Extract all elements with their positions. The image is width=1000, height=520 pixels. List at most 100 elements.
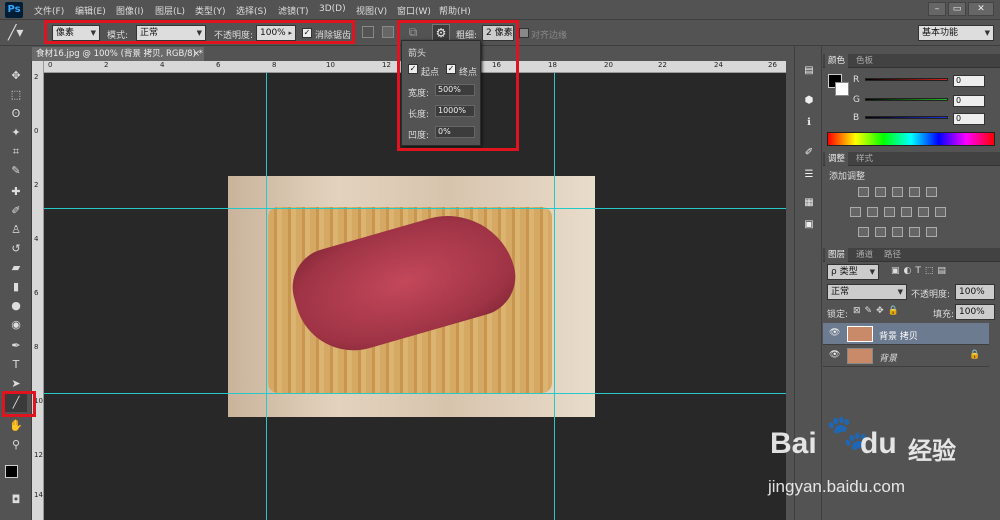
- gradient-map-adjust-icon[interactable]: [926, 227, 937, 237]
- mode-select-dropdown[interactable]: 像素 ▼: [52, 25, 100, 41]
- vertical-ruler[interactable]: 2 0 2 4 6 8 10 12 14: [32, 61, 44, 520]
- path-alignment-icon[interactable]: [382, 26, 394, 38]
- posterize-adjust-icon[interactable]: [875, 227, 886, 237]
- path-operations-icon[interactable]: [362, 26, 374, 38]
- length-input[interactable]: 1000%: [435, 105, 475, 117]
- character-panel-icon[interactable]: ▦: [801, 196, 817, 210]
- marquee-tool-icon[interactable]: ⬚: [5, 86, 27, 104]
- layer-name[interactable]: 背景: [879, 351, 897, 364]
- stamp-tool-icon[interactable]: ♙: [5, 221, 27, 239]
- layer-name[interactable]: 背景 拷贝: [879, 329, 918, 342]
- channel-b-input[interactable]: 0: [953, 113, 985, 125]
- workspace-dropdown[interactable]: 基本功能 ▼: [918, 25, 994, 41]
- minimize-button[interactable]: –: [928, 2, 946, 16]
- blend-mode-dropdown[interactable]: 正常 ▼: [136, 25, 206, 41]
- eyedropper-tool-icon[interactable]: ✎: [5, 162, 27, 180]
- info-panel-icon[interactable]: ℹ: [801, 116, 817, 130]
- tab-color[interactable]: 颜色: [825, 54, 849, 68]
- history-brush-tool-icon[interactable]: ↺: [5, 240, 27, 258]
- menu-window[interactable]: 窗口(W): [397, 4, 431, 17]
- hue-saturation-adjust-icon[interactable]: [850, 207, 861, 217]
- lock-icons[interactable]: ⊠✎✥🔒: [853, 306, 913, 318]
- photo-filter-adjust-icon[interactable]: [901, 207, 912, 217]
- background-color-swatch[interactable]: [835, 82, 849, 96]
- quick-select-tool-icon[interactable]: ✦: [5, 124, 27, 142]
- lasso-tool-icon[interactable]: ʘ: [5, 105, 27, 123]
- guide-line-horizontal[interactable]: [44, 208, 786, 209]
- fill-input[interactable]: 100%: [955, 304, 995, 320]
- tab-layers[interactable]: 图层: [825, 248, 849, 262]
- close-icon[interactable]: ×: [193, 47, 200, 61]
- menu-filter[interactable]: 滤镜(T): [278, 4, 309, 17]
- color-balance-adjust-icon[interactable]: [867, 207, 878, 217]
- path-select-tool-icon[interactable]: ➤: [5, 375, 27, 393]
- guide-line-vertical[interactable]: [266, 73, 267, 520]
- guide-line-horizontal[interactable]: [44, 393, 786, 394]
- tab-paths[interactable]: 路径: [881, 248, 904, 262]
- line-tool-icon[interactable]: ╱: [5, 394, 27, 412]
- blur-tool-icon[interactable]: ●: [5, 297, 27, 315]
- crop-tool-icon[interactable]: ⌗: [5, 143, 27, 161]
- layer-opacity-input[interactable]: 100%: [955, 284, 995, 300]
- menu-file[interactable]: 文件(F): [34, 4, 64, 17]
- channel-mixer-adjust-icon[interactable]: [918, 207, 929, 217]
- antialias-checkbox[interactable]: ✓: [302, 28, 312, 38]
- move-tool-icon[interactable]: ✥: [5, 67, 27, 85]
- tab-channels[interactable]: 通道: [853, 248, 876, 262]
- dodge-tool-icon[interactable]: ◉: [5, 316, 27, 334]
- eraser-tool-icon[interactable]: ▰: [5, 259, 27, 277]
- menu-view[interactable]: 视图(V): [356, 4, 387, 17]
- document-image[interactable]: [228, 176, 595, 417]
- menu-image[interactable]: 图像(I): [116, 4, 144, 17]
- layer-row-background-copy[interactable]: 👁 背景 拷贝: [823, 323, 989, 345]
- eye-icon[interactable]: 👁: [829, 328, 840, 338]
- paragraph-panel-icon[interactable]: ▣: [801, 218, 817, 232]
- eye-icon[interactable]: 👁: [829, 350, 840, 360]
- menu-type[interactable]: 类型(Y): [195, 4, 226, 17]
- layer-filter-icons[interactable]: ▣◐T⬚▤: [891, 266, 991, 278]
- selective-color-adjust-icon[interactable]: [909, 227, 920, 237]
- color-lookup-adjust-icon[interactable]: [935, 207, 946, 217]
- hand-tool-icon[interactable]: ✋: [5, 417, 27, 435]
- brush-tool-icon[interactable]: ✐: [5, 202, 27, 220]
- exposure-adjust-icon[interactable]: [909, 187, 920, 197]
- close-button[interactable]: ✕: [968, 2, 994, 16]
- zoom-tool-icon[interactable]: ⚲: [5, 436, 27, 454]
- restore-button[interactable]: ▭: [948, 2, 966, 16]
- channel-g-slider[interactable]: [865, 98, 948, 101]
- tab-styles[interactable]: 样式: [853, 152, 876, 166]
- weight-input[interactable]: 2 像素: [482, 25, 514, 41]
- layer-row-background[interactable]: 👁 背景 🔒: [823, 345, 989, 367]
- layer-blend-dropdown[interactable]: 正常 ▼: [827, 284, 907, 300]
- channel-r-input[interactable]: 0: [953, 75, 985, 87]
- end-checkbox[interactable]: ✓: [446, 64, 456, 74]
- align-edges-checkbox[interactable]: [519, 28, 529, 38]
- threshold-adjust-icon[interactable]: [892, 227, 903, 237]
- invert-adjust-icon[interactable]: [858, 227, 869, 237]
- document-tab[interactable]: 食材16.jpg @ 100% (背景 拷贝, RGB/8) * ×: [32, 47, 204, 61]
- quick-mask-icon[interactable]: ◘: [5, 491, 27, 509]
- type-tool-icon[interactable]: T: [5, 356, 27, 374]
- history-panel-icon[interactable]: ▤: [801, 64, 817, 78]
- tab-adjustments[interactable]: 调整: [825, 152, 849, 166]
- black-white-adjust-icon[interactable]: [884, 207, 895, 217]
- start-checkbox[interactable]: ✓: [408, 64, 418, 74]
- width-input[interactable]: 500%: [435, 84, 475, 96]
- curves-adjust-icon[interactable]: [892, 187, 903, 197]
- path-arrangement-icon[interactable]: ⧉: [405, 24, 421, 40]
- color-spectrum-bar[interactable]: [827, 132, 995, 146]
- layer-filter-dropdown[interactable]: ρ 类型 ▼: [827, 264, 879, 280]
- concavity-input[interactable]: 0%: [435, 126, 475, 138]
- menu-edit[interactable]: 编辑(E): [75, 4, 106, 17]
- levels-adjust-icon[interactable]: [875, 187, 886, 197]
- channel-r-slider[interactable]: [865, 78, 948, 81]
- menu-3d[interactable]: 3D(D): [319, 4, 346, 14]
- pen-tool-icon[interactable]: ✒: [5, 337, 27, 355]
- channel-g-input[interactable]: 0: [953, 95, 985, 107]
- tab-swatches[interactable]: 色板: [853, 54, 876, 68]
- foreground-color-swatch[interactable]: [5, 465, 18, 478]
- line-tool-preset-icon[interactable]: ╱▾: [8, 23, 36, 43]
- healing-tool-icon[interactable]: ✚: [5, 183, 27, 201]
- 3d-panel-icon[interactable]: ⬢: [801, 94, 817, 108]
- menu-help[interactable]: 帮助(H): [439, 4, 471, 17]
